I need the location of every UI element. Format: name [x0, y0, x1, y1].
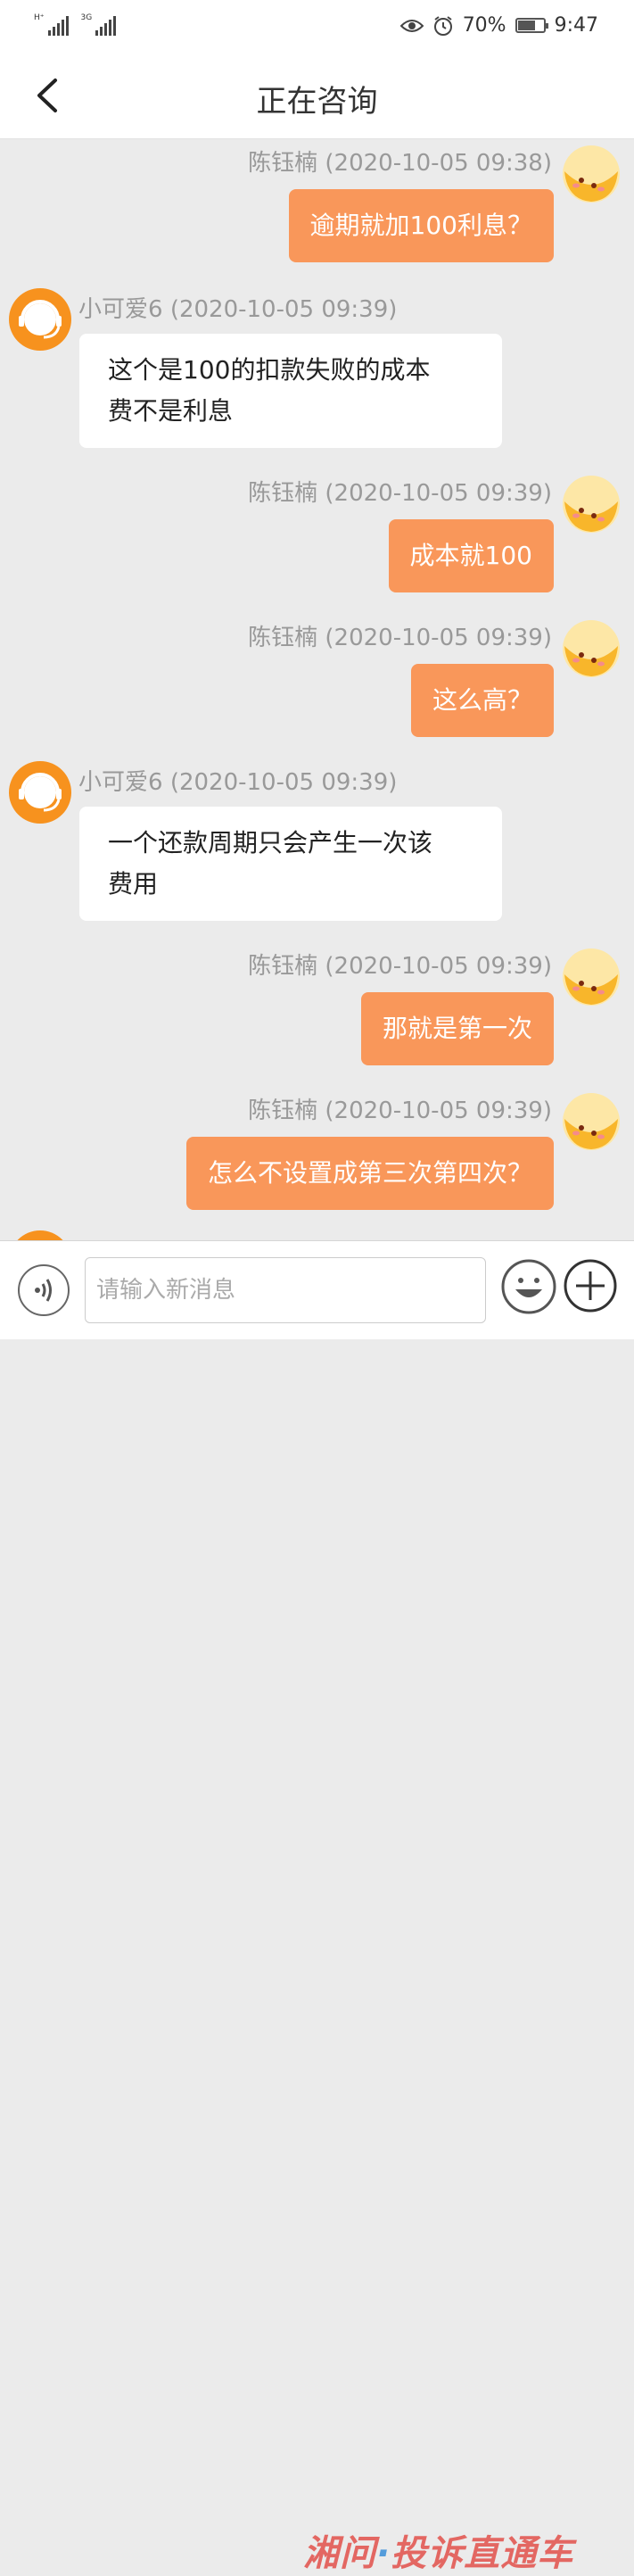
signal-icon-1: H⁺	[34, 14, 69, 36]
message-time: (2020-10-05 09:38)	[325, 150, 552, 177]
signal-icon-2: 3G	[81, 14, 117, 36]
voice-icon	[35, 1279, 52, 1302]
sender-name: 陈钰楠	[248, 480, 318, 507]
message-bubble[interactable]: 这么高？	[410, 664, 554, 737]
agent-avatar[interactable]	[8, 760, 72, 824]
message-time: (2020-10-05 09:39)	[169, 769, 398, 796]
chat-message-user: 陈钰楠 (2020-10-05 09:39) 成本就100	[0, 469, 634, 594]
watermark-text-1: 湘问	[303, 2533, 376, 2574]
message-line: 这个是100的扣款失败的成本	[108, 355, 431, 385]
chat-message-agent: 小可爱6 (2020-10-05 09:39) 这个是100的扣款失败的成本 费…	[0, 282, 634, 451]
sender-name: 陈钰楠	[248, 1097, 318, 1124]
voice-button[interactable]	[18, 1264, 70, 1316]
message-bubble[interactable]: 一个还款周期只会产生一次该 费用	[79, 807, 502, 921]
chat-message-user: 陈钰楠 (2020-10-05 09:39) 这么高？	[0, 614, 634, 739]
chat-list[interactable]: 陈钰楠 (2020-10-05 09:38) 逾期就加100利息？ 小可爱6 (…	[0, 139, 634, 1240]
message-bubble[interactable]: 怎么不设置成第三次第四次？	[185, 1137, 554, 1210]
network-type-2: 3G	[80, 13, 93, 22]
user-avatar[interactable]	[562, 475, 621, 534]
status-bar: H⁺ 3G 70% 9:47	[0, 0, 634, 54]
agent-avatar	[17, 1230, 63, 1240]
sender-name: 陈钰楠	[248, 625, 318, 651]
emoji-icon[interactable]	[501, 1259, 556, 1314]
watermark: 湘问·投诉直通车	[303, 2524, 573, 2576]
network-type-1: H⁺	[34, 13, 45, 22]
plus-icon[interactable]	[564, 1259, 617, 1313]
message-bubble[interactable]: 这个是100的扣款失败的成本 费不是利息	[79, 334, 502, 448]
message-bubble[interactable]: 成本就100	[388, 519, 554, 592]
page-title: 正在咨询	[256, 84, 378, 120]
message-time: (2020-10-05 09:39)	[325, 480, 552, 507]
sender-name: 陈钰楠	[248, 150, 318, 177]
clock: 9:47	[554, 14, 598, 37]
message-line: 费不是利息	[108, 396, 234, 426]
chat-message-user: 陈钰楠 (2020-10-05 09:39) 怎么不设置成第三次第四次？	[0, 1087, 634, 1212]
chat-message-user: 陈钰楠 (2020-10-05 09:38) 逾期就加100利息？	[0, 139, 634, 264]
user-avatar[interactable]	[562, 948, 621, 1006]
message-input[interactable]	[85, 1257, 486, 1323]
signal-indicators: H⁺ 3G	[34, 14, 117, 36]
user-avatar[interactable]	[562, 145, 621, 203]
sender-name: 小可爱6	[78, 769, 163, 796]
message-line: 一个还款周期只会产生一次该	[108, 828, 433, 857]
user-avatar[interactable]	[562, 619, 621, 678]
input-bar: 湘问·投诉直通车	[0, 1240, 634, 2574]
message-bubble[interactable]: 那就是第一次	[360, 992, 554, 1065]
sender-name: 陈钰楠	[248, 953, 318, 980]
message-time: (2020-10-05 09:39)	[169, 296, 398, 323]
message-time: (2020-10-05 09:39)	[325, 1097, 552, 1124]
message-time: (2020-10-05 09:39)	[325, 953, 552, 980]
header: 正在咨询	[0, 54, 634, 139]
message-time: (2020-10-05 09:39)	[325, 625, 552, 651]
eye-icon	[399, 19, 424, 32]
agent-avatar[interactable]	[8, 287, 72, 352]
chat-message-agent: 小可爱6 (2020-10-05 09:39) 一个还款周期只会产生一次该 费用	[0, 755, 634, 924]
message-line: 费用	[108, 869, 159, 899]
chat-message-user: 陈钰楠 (2020-10-05 09:39) 那就是第一次	[0, 942, 634, 1067]
battery-percent: 70%	[462, 14, 506, 37]
alarm-icon	[433, 15, 452, 36]
message-bubble[interactable]: 逾期就加100利息？	[288, 189, 554, 262]
sender-name: 小可爱6	[78, 296, 163, 323]
watermark-dot: ·	[376, 2533, 391, 2574]
watermark-text-2: 投诉直通车	[391, 2533, 574, 2574]
user-avatar[interactable]	[562, 1092, 621, 1151]
battery-fill	[517, 21, 536, 30]
battery-icon	[515, 18, 548, 33]
